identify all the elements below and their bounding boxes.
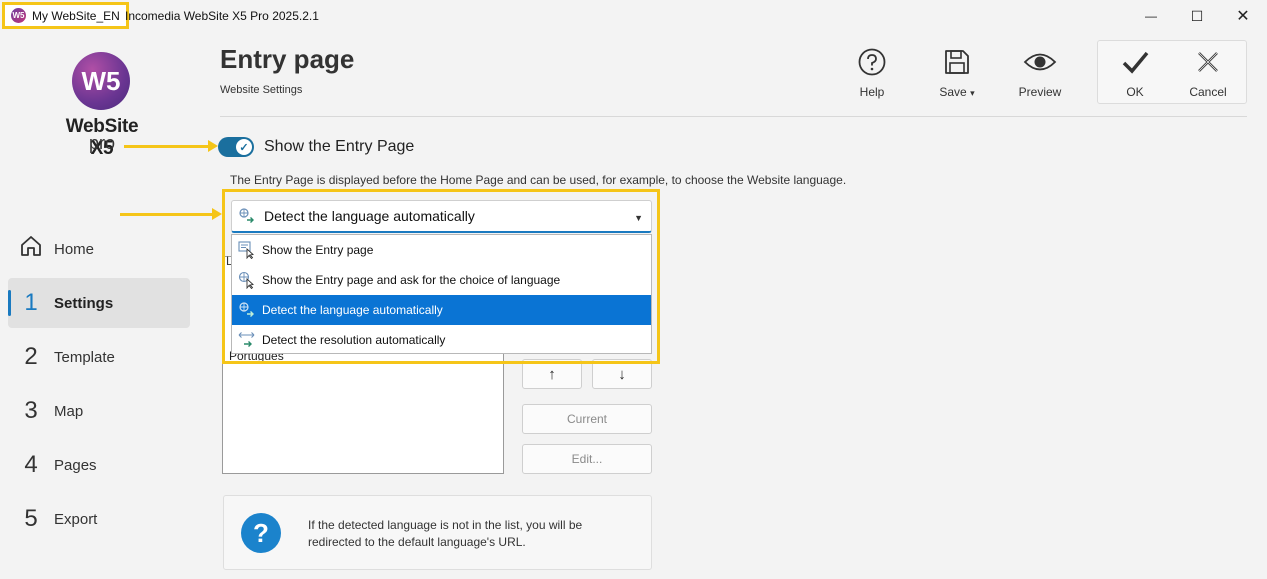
sidebar: W5 WebSite X5 pro Home 1 Settings 2 Temp… [0, 32, 200, 579]
help-button[interactable]: Help [842, 46, 902, 99]
logo-edition: pro [88, 133, 115, 153]
check-icon: ✓ [236, 139, 252, 155]
project-name-tag[interactable]: W5 My WebSite_EN [2, 2, 129, 29]
nav-item-export[interactable]: 5 Export [8, 494, 190, 544]
annotation-arrow-toggle [124, 140, 218, 152]
title-bar: W5 My WebSite_EN Incomedia WebSite X5 Pr… [0, 0, 1267, 32]
info-text: If the detected language is not in the l… [308, 518, 583, 549]
nav-item-template[interactable]: 2 Template [8, 332, 190, 382]
info-box: ? If the detected language is not in the… [223, 495, 652, 570]
app-title: Incomedia WebSite X5 Pro 2025.2.1 [125, 9, 319, 23]
entry-page-description: The Entry Page is displayed before the H… [230, 173, 847, 187]
page-title: Entry page [220, 44, 355, 74]
edit-button[interactable]: Edit... [522, 444, 652, 474]
ok-button[interactable]: OK [1105, 46, 1165, 99]
arrow-down-icon: ↓ [618, 365, 626, 383]
preview-label: Preview [1018, 85, 1062, 99]
nav-item-settings[interactable]: 1 Settings [8, 278, 190, 328]
edit-label: Edit... [571, 452, 603, 466]
save-button[interactable]: Save ▾ [927, 46, 987, 99]
nav-label-settings: Settings [54, 294, 114, 312]
save-label: Save [939, 85, 967, 99]
nav-number-pages: 4 [24, 451, 38, 478]
close-icon: ✕ [1236, 8, 1250, 25]
nav-number-map: 3 [24, 397, 38, 424]
project-name: My WebSite_EN [32, 8, 120, 23]
home-icon [8, 234, 54, 265]
current-label: Current [566, 412, 607, 426]
page-subtitle: Website Settings [220, 84, 303, 96]
arrow-up-icon: ↑ [548, 365, 556, 383]
nav-number-settings: 1 [24, 289, 38, 316]
entry-page-toggle-label: Show the Entry Page [264, 138, 415, 155]
active-indicator [8, 290, 11, 316]
close-icon [1178, 46, 1238, 78]
minimize-button[interactable]: — [1139, 4, 1163, 28]
nav-label-export: Export [54, 510, 98, 528]
nav-label-template: Template [54, 348, 115, 366]
nav-item-pages[interactable]: 4 Pages [8, 440, 190, 490]
save-dropdown-icon: ▾ [970, 88, 975, 98]
ok-label: OK [1126, 85, 1144, 99]
checkmark-icon [1105, 46, 1165, 78]
cancel-button[interactable]: Cancel [1178, 46, 1238, 99]
help-icon [842, 46, 902, 78]
nav-label-pages: Pages [54, 456, 97, 474]
entry-page-toggle[interactable]: ✓ [218, 137, 254, 157]
help-label: Help [859, 85, 885, 99]
annotation-highlight [222, 189, 660, 364]
close-window-button[interactable]: ✕ [1231, 4, 1255, 28]
eye-icon [1010, 46, 1070, 78]
nav-number-export: 5 [24, 505, 38, 532]
cancel-label: Cancel [1189, 85, 1227, 99]
header-divider [220, 116, 1247, 117]
floppy-disk-icon [927, 46, 987, 78]
annotation-arrow-dropdown [120, 208, 222, 220]
app-logo-icon: W5 [11, 8, 26, 23]
nav-number-template: 2 [24, 343, 38, 370]
nav-item-map[interactable]: 3 Map [8, 386, 190, 436]
current-button[interactable]: Current [522, 404, 652, 434]
logo-mark: W5 [72, 52, 130, 110]
minimize-icon: — [1145, 9, 1157, 23]
preview-button[interactable]: Preview [1010, 46, 1070, 99]
nav-item-home[interactable]: Home [8, 224, 190, 274]
question-icon: ? [241, 513, 281, 553]
nav-label-home: Home [54, 240, 95, 258]
nav-label-map: Map [54, 402, 84, 420]
maximize-icon: ☐ [1190, 7, 1204, 24]
maximize-button[interactable]: ☐ [1185, 4, 1209, 28]
